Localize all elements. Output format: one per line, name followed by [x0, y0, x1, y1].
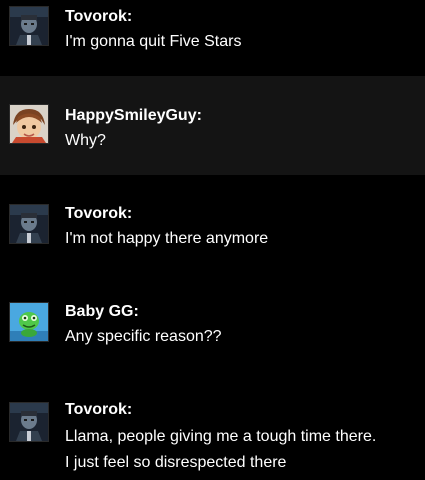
happysmileyguy-avatar-icon: [10, 105, 48, 143]
message-text: Any specific reason??: [65, 328, 222, 345]
chat-message: Baby GG: Any specific reason??: [0, 275, 425, 375]
message-text: I'm gonna quit Five Stars: [65, 33, 242, 50]
tovorok-avatar[interactable]: [9, 402, 49, 442]
chat-message: Tovorok: I'm not happy there anymore: [0, 175, 425, 275]
message-author: Baby GG:: [65, 303, 139, 320]
tovorok-avatar[interactable]: [9, 6, 49, 46]
baby-gg-avatar-icon: [10, 303, 48, 341]
tovorok-avatar-icon: [10, 403, 48, 441]
chat-message: Tovorok: I'm gonna quit Five Stars: [0, 0, 425, 76]
happysmileyguy-avatar[interactable]: [9, 104, 49, 144]
message-author: HappySmileyGuy:: [65, 107, 202, 124]
message-text: Llama, people giving me a tough time the…: [65, 428, 377, 445]
baby-gg-avatar[interactable]: [9, 302, 49, 342]
message-text: I just feel so disrespected there: [65, 454, 287, 471]
message-author: Tovorok:: [65, 401, 133, 418]
message-text: I'm not happy there anymore: [65, 230, 269, 247]
tovorok-avatar-icon: [10, 7, 48, 45]
chat-log: Tovorok: I'm gonna quit Five Stars Happy…: [0, 0, 425, 480]
message-text: Why?: [65, 132, 106, 149]
message-author: Tovorok:: [65, 8, 133, 25]
tovorok-avatar-icon: [10, 205, 48, 243]
chat-message: HappySmileyGuy: Why?: [0, 76, 425, 175]
chat-message: Tovorok: Llama, people giving me a tough…: [0, 375, 425, 480]
message-author: Tovorok:: [65, 205, 133, 222]
tovorok-avatar[interactable]: [9, 204, 49, 244]
